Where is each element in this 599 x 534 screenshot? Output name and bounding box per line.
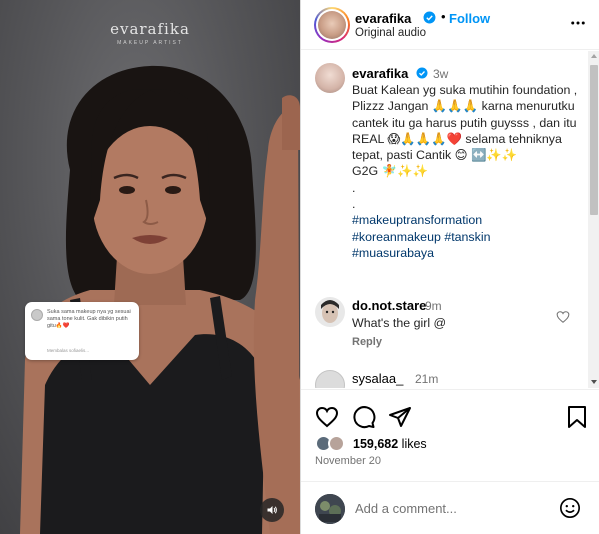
comments-scroll-area[interactable]: evarafika 3w Buat Kalean yg suka mutihin… [301,51,599,388]
watermark-subtitle: MAKEUP ARTIST [117,40,183,46]
post-actions: 159,682 likes November 20 [301,389,599,489]
video-player[interactable]: evarafika MAKEUP ARTIST Suka sama makeup… [0,0,300,534]
comment-item: sysalaa_ 21m [315,370,587,388]
comment-avatar[interactable] [315,370,345,388]
header-username[interactable]: evarafika [355,11,411,26]
verified-badge-icon [423,11,436,24]
comment-text: What's the girl @ [352,316,447,330]
comment-timestamp[interactable]: 21m [415,372,438,386]
sticker-text: Suka sama makeup nya yg sesuai sama tone… [47,309,131,329]
header-separator: • [441,9,446,24]
profile-avatar[interactable] [314,7,350,43]
hashtag-link[interactable]: #tanskin [444,230,490,244]
like-heart-icon[interactable] [315,405,339,429]
sticker-avatar [31,309,43,321]
scroll-down-arrow-icon[interactable] [591,380,597,384]
caption-timestamp[interactable]: 3w [433,67,448,81]
scrollbar[interactable] [588,51,599,388]
heart-outline-icon[interactable] [556,310,570,324]
scrollbar-thumb[interactable] [590,65,598,215]
sound-toggle-button[interactable] [260,498,284,522]
caption-body: Buat Kalean yg suka mutihin foundation ,… [352,83,578,212]
reply-button[interactable]: Reply [352,336,382,348]
likes-count[interactable]: 159,682 likes [353,437,427,451]
likes-number: 159,682 [353,437,399,451]
comment-timestamp[interactable]: 9m [425,299,442,313]
emoji-picker-icon[interactable] [559,497,581,519]
add-comment-bar [301,481,599,534]
comment-item: do.not.stare 9m What's the girl @ Reply [315,297,587,357]
audio-link[interactable]: Original audio [355,27,426,39]
video-frame [20,65,300,534]
comment-bubble-icon[interactable] [352,405,376,429]
liked-by-avatars[interactable] [315,433,349,453]
current-user-avatar[interactable] [315,494,345,524]
caption-avatar[interactable] [315,63,345,93]
hashtag-link[interactable]: #muasurabaya [352,246,434,260]
more-options-icon[interactable] [569,14,587,32]
post-date[interactable]: November 20 [315,455,381,467]
follow-button[interactable]: Follow [449,11,490,26]
post-details-panel: evarafika • Follow Original audio evaraf… [300,0,599,534]
speaker-icon [267,506,277,514]
sticker-reply-label: Membalas sofiaelis... [47,348,90,353]
post-header: evarafika • Follow Original audio [301,0,599,50]
comment-reply-sticker: Suka sama makeup nya yg sesuai sama tone… [25,302,139,360]
comment-avatar[interactable] [315,297,345,327]
comment-username[interactable]: sysalaa_ [352,371,403,386]
save-bookmark-icon[interactable] [566,405,588,429]
liker-avatar [328,435,345,452]
caption-text: Buat Kalean yg suka mutihin foundation ,… [352,82,584,261]
add-comment-input[interactable] [355,497,555,519]
comment-username[interactable]: do.not.stare [352,298,426,313]
hashtag-link[interactable]: #koreanmakeup [352,230,441,244]
scroll-up-arrow-icon[interactable] [591,54,597,58]
caption-username[interactable]: evarafika [352,66,408,81]
watermark-logo: evarafika [110,20,190,38]
hashtag-link[interactable]: #makeuptransformation [352,213,482,227]
verified-badge-icon [416,67,428,79]
likes-suffix: likes [398,437,427,451]
share-paper-plane-icon[interactable] [388,405,412,429]
